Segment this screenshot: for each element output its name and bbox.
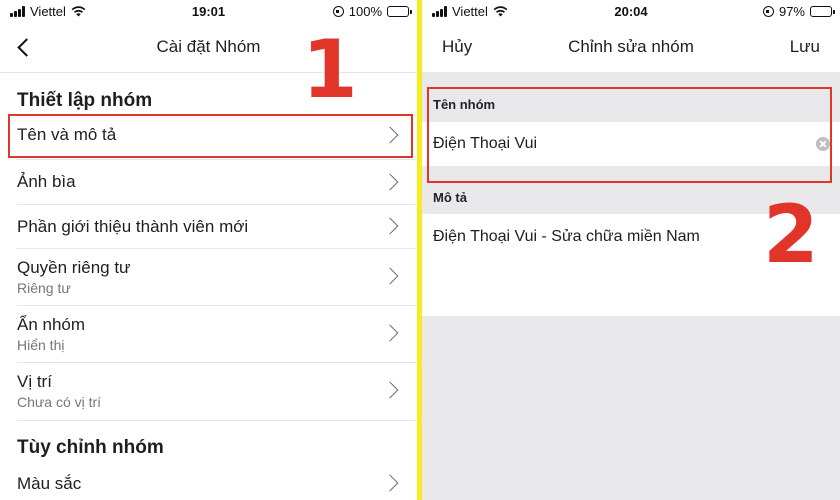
settings-item-cover-photo[interactable]: Ảnh bìa: [0, 160, 417, 204]
chevron-right-icon: [384, 267, 400, 287]
status-bar: Viettel 19:01 100%: [0, 0, 417, 22]
settings-item-value: Hiển thị: [17, 337, 65, 353]
chevron-right-icon: [384, 474, 400, 494]
settings-item-hide-group[interactable]: Ẩn nhóm Hiển thị: [0, 306, 417, 362]
chevron-right-icon: [384, 173, 400, 193]
nav-bar: Hủy Chỉnh sửa nhóm Lưu: [422, 24, 840, 70]
highlight-box-name-description: [8, 114, 413, 158]
settings-item-value: Riêng tư: [17, 280, 71, 296]
annotation-number-2: 2: [763, 188, 819, 281]
settings-item-color[interactable]: Màu sắc: [0, 464, 417, 500]
settings-item-label: Quyền riêng tư: [17, 258, 131, 277]
settings-item-value: Chưa có vị trí: [17, 394, 102, 410]
description-label: Mô tả: [433, 190, 467, 205]
highlight-box-group-name: [427, 87, 832, 183]
status-bar: Viettel 20:04 97%: [422, 0, 840, 22]
group-settings-screen: Viettel 19:01 100% Cài đặt Nhóm Thiết lậ…: [0, 0, 417, 500]
battery-icon: [810, 6, 835, 17]
chevron-right-icon: [384, 381, 400, 401]
page-title: Chỉnh sửa nhóm: [568, 37, 694, 56]
annotation-number-1: 1: [302, 23, 358, 116]
rotation-lock-icon: [332, 6, 344, 17]
settings-item-location[interactable]: Vị trí Chưa có vị trí: [0, 363, 417, 419]
settings-item-label: Phần giới thiệu thành viên mới: [17, 217, 249, 236]
battery-percent: 97%: [778, 4, 805, 19]
settings-item-label: Màu sắc: [17, 474, 82, 493]
battery-icon: [387, 6, 412, 17]
edit-group-screen: Viettel 20:04 97% Hủy Chỉnh sửa nhóm Lưu…: [422, 0, 840, 500]
settings-item-label: Ẩn nhóm: [17, 315, 86, 334]
section-title-group-customize: Tùy chỉnh nhóm: [17, 437, 164, 458]
battery-percent: 100%: [348, 4, 382, 19]
rotation-lock-icon: [762, 6, 774, 17]
settings-item-new-member-intro[interactable]: Phần giới thiệu thành viên mới: [0, 205, 417, 248]
description-input[interactable]: Điện Thoại Vui - Sửa chữa miền Nam: [433, 228, 700, 246]
settings-item-privacy[interactable]: Quyền riêng tư Riêng tư: [0, 249, 417, 305]
chevron-right-icon: [384, 217, 400, 237]
row-divider: [17, 420, 417, 421]
settings-item-label: Ảnh bìa: [17, 172, 76, 191]
save-button[interactable]: Lưu: [790, 37, 820, 57]
chevron-right-icon: [384, 324, 400, 344]
section-title-group-setup: Thiết lập nhóm: [17, 90, 153, 111]
settings-item-label: Vị trí: [17, 372, 52, 391]
